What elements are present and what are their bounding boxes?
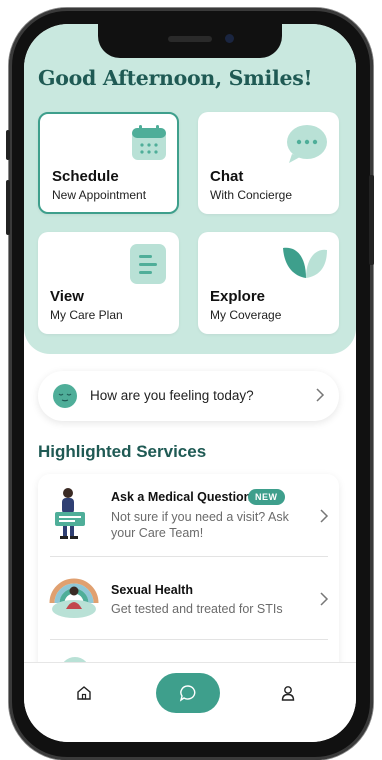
chevron-right-icon <box>320 509 329 523</box>
view-title: View <box>50 288 84 305</box>
view-care-plan-card[interactable]: View My Care Plan <box>38 232 179 334</box>
explore-coverage-card[interactable]: Explore My Coverage <box>198 232 339 334</box>
service-description: Get tested and treated for STIs <box>111 602 283 616</box>
chat-subtitle: With Concierge <box>210 188 293 202</box>
chat-bubble-icon <box>287 125 327 163</box>
divider <box>50 639 328 640</box>
rainbow-person-illustration <box>49 578 99 618</box>
power-button <box>369 175 374 265</box>
profile-tab[interactable] <box>280 685 296 706</box>
app-screen: Good Afternoon, Smiles! Schedule New App… <box>24 24 356 742</box>
explore-title: Explore <box>210 288 266 305</box>
chat-tab[interactable] <box>156 673 220 713</box>
schedule-card[interactable]: Schedule New Appointment <box>38 112 179 214</box>
mood-checkin-button[interactable]: How are you feeling today? <box>38 371 339 421</box>
mute-switch <box>6 130 10 160</box>
calm-face-icon <box>53 384 77 408</box>
service-name: Sexual Health <box>111 583 193 597</box>
volume-button <box>6 180 10 235</box>
home-tab[interactable] <box>76 685 92 706</box>
hero-section: Good Afternoon, Smiles! Schedule New App… <box>24 24 356 354</box>
chat-card[interactable]: Chat With Concierge <box>198 112 339 214</box>
document-lines-icon <box>130 244 166 284</box>
new-badge: NEW <box>248 489 285 505</box>
section-title: Highlighted Services <box>38 442 207 461</box>
mood-prompt-text: How are you feeling today? <box>90 388 254 403</box>
bottom-tab-bar <box>24 662 356 742</box>
chevron-right-icon <box>320 592 329 606</box>
schedule-title: Schedule <box>52 168 119 185</box>
speaker <box>168 36 212 42</box>
service-description: Not sure if you need a visit? Ask your C… <box>111 510 289 540</box>
service-ask-medical-question[interactable]: Ask a Medical Question NEW Not sure if y… <box>38 474 339 556</box>
profile-icon <box>281 686 295 701</box>
service-sexual-health[interactable]: Sexual Health Get tested and treated for… <box>38 557 339 639</box>
greeting-title: Good Afternoon, Smiles! <box>38 66 313 90</box>
service-name: Ask a Medical Question <box>111 490 252 504</box>
view-subtitle: My Care Plan <box>50 308 123 322</box>
explore-subtitle: My Coverage <box>210 308 282 322</box>
chat-title: Chat <box>210 168 244 185</box>
home-icon <box>77 686 91 700</box>
calendar-icon <box>132 125 166 160</box>
brand-leaf-icon <box>283 247 327 278</box>
schedule-subtitle: New Appointment <box>52 188 147 202</box>
chevron-right-icon <box>316 388 325 402</box>
front-camera <box>225 34 234 43</box>
notch <box>98 24 282 58</box>
chat-icon <box>179 685 196 702</box>
person-with-laptop-illustration <box>55 488 85 539</box>
